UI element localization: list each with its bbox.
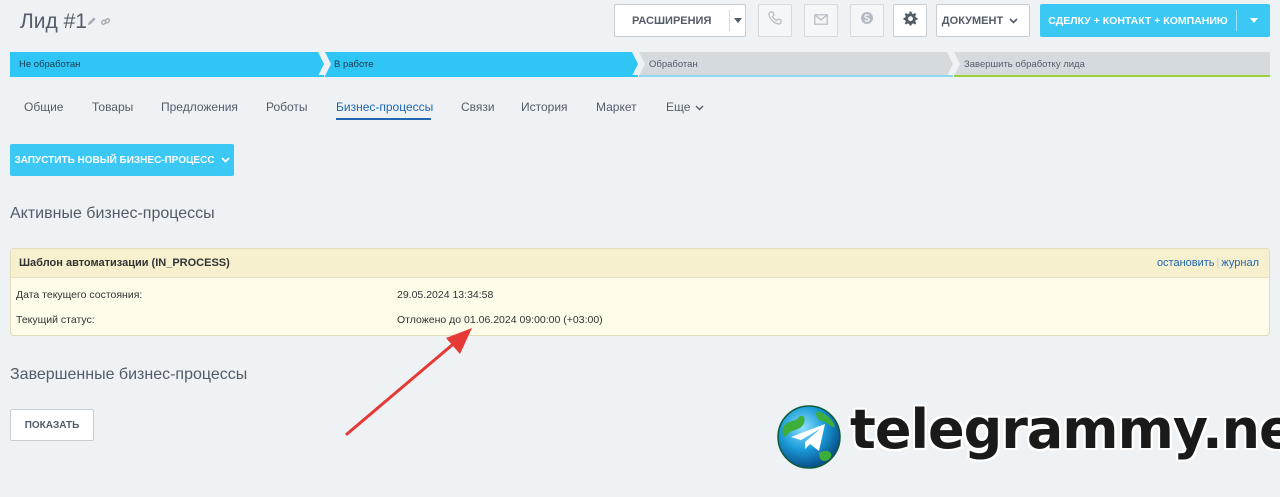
watermark-text: telegrammy.net <box>850 398 1280 461</box>
telegram-logo-icon <box>777 405 841 469</box>
